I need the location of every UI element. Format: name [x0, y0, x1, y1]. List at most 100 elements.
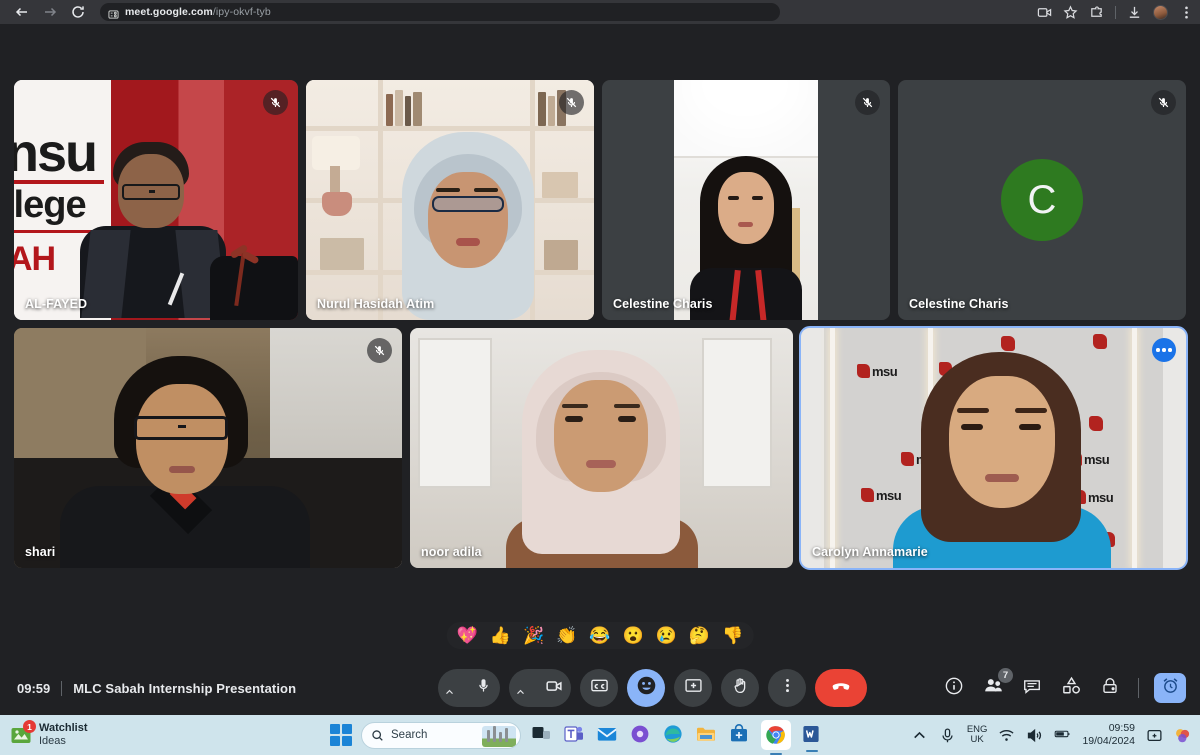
- closed-captions-button[interactable]: [580, 669, 618, 707]
- activities-shapes-icon: [1061, 675, 1082, 701]
- mic-options-chevron[interactable]: [445, 684, 454, 694]
- participant-name: Nurul Hasidah Atim: [317, 297, 435, 311]
- system-tray: ENG UK 09:59 19/04/2024: [911, 722, 1200, 748]
- leave-call-button[interactable]: [815, 669, 867, 707]
- media-cast-icon[interactable]: [1037, 5, 1052, 20]
- search-icon: [372, 729, 383, 741]
- closed-captions-icon: [590, 676, 609, 700]
- participant-tile[interactable]: Nurul Hasidah Atim: [306, 80, 594, 320]
- meeting-title: MLC Sabah Internship Presentation: [73, 680, 297, 696]
- participant-name: noor adila: [421, 545, 482, 559]
- office-app-icon[interactable]: [1174, 727, 1191, 744]
- camera-button[interactable]: [509, 669, 571, 707]
- present-screen-icon: [684, 676, 703, 700]
- file-explorer-app[interactable]: [695, 723, 719, 747]
- microphone-icon[interactable]: [939, 727, 956, 744]
- wifi-icon[interactable]: [998, 727, 1015, 744]
- reaction-thumbs-up[interactable]: 👍: [490, 627, 511, 644]
- reaction-crying-face[interactable]: 😢: [656, 627, 677, 644]
- clock-date: 19/04/2024: [1082, 735, 1135, 747]
- reaction-face-with-tears-of-joy[interactable]: 😂: [589, 627, 610, 644]
- camera-options-chevron[interactable]: [516, 684, 525, 694]
- video-feed: msu msu msu msu msu msu: [801, 328, 1186, 568]
- video-feed: [410, 328, 793, 568]
- tile-more-options-icon[interactable]: [1152, 338, 1176, 362]
- participant-tile[interactable]: C Celestine Charis: [898, 80, 1186, 320]
- microsoft-365-app[interactable]: [629, 723, 653, 747]
- participant-grid: nsu llege AH: [14, 80, 1188, 576]
- microsoft-store-app[interactable]: [728, 723, 752, 747]
- video-feed: [674, 80, 818, 320]
- participant-name: AL-FAYED: [25, 297, 88, 311]
- three-dot-menu-icon[interactable]: [1179, 5, 1194, 20]
- site-settings-icon[interactable]: [108, 7, 119, 19]
- participant-tile[interactable]: nsu llege AH: [14, 80, 298, 320]
- participant-tile[interactable]: noor adila: [410, 328, 793, 568]
- notifications-icon[interactable]: [1146, 727, 1163, 744]
- reaction-face-with-open-mouth[interactable]: 😮: [623, 627, 644, 644]
- taskbar-widget[interactable]: 1 Watchlist Ideas: [0, 720, 330, 747]
- task-view-button[interactable]: [530, 723, 554, 747]
- forward-arrow-icon[interactable]: [42, 4, 58, 20]
- emoji-reactions-button[interactable]: [627, 669, 665, 707]
- microsoft-edge-app[interactable]: [662, 723, 686, 747]
- participant-name: Celestine Charis: [909, 297, 1009, 311]
- reaction-thinking-face[interactable]: 🤔: [689, 627, 710, 644]
- activities-button[interactable]: [1058, 675, 1084, 701]
- participant-name: Celestine Charis: [613, 297, 713, 311]
- reaction-sparkling-heart[interactable]: 💖: [457, 627, 478, 644]
- search-input[interactable]: Search: [361, 721, 521, 749]
- address-bar[interactable]: meet.google.com/ipy-okvf-tyb: [100, 3, 780, 21]
- info-icon: [944, 676, 964, 701]
- reaction-thumbs-down[interactable]: 👎: [722, 627, 743, 644]
- chat-button[interactable]: [1019, 675, 1045, 701]
- profile-avatar-icon[interactable]: [1153, 4, 1168, 20]
- speaker-icon[interactable]: [1026, 727, 1043, 744]
- present-screen-button[interactable]: [674, 669, 712, 707]
- muted-mic-icon: [855, 90, 880, 115]
- avatar: C: [1001, 159, 1083, 241]
- raised-hand-icon: [731, 676, 750, 700]
- alarm-clock-icon: [1161, 676, 1180, 700]
- microphone-icon: [475, 677, 492, 699]
- microphone-button[interactable]: [438, 669, 500, 707]
- download-icon[interactable]: [1127, 5, 1142, 20]
- browser-toolbar: meet.google.com/ipy-okvf-tyb: [0, 0, 1200, 24]
- host-controls-button[interactable]: [1097, 675, 1123, 701]
- url-path: /ipy-okvf-tyb: [212, 6, 271, 18]
- reaction-party-popper[interactable]: 🎉: [523, 627, 544, 644]
- toolbar-divider: [1115, 5, 1116, 19]
- participant-tile[interactable]: shari: [14, 328, 402, 568]
- microsoft-teams-app[interactable]: [563, 723, 587, 747]
- clock-time: 09:59: [1108, 721, 1135, 734]
- watchlist-subtitle: Ideas: [39, 735, 66, 747]
- participant-name: Carolyn Annamarie: [812, 545, 928, 559]
- language-indicator[interactable]: ENG UK: [967, 725, 988, 745]
- microsoft-word-app[interactable]: [800, 723, 824, 747]
- extensions-puzzle-icon[interactable]: [1089, 5, 1104, 20]
- start-button[interactable]: [330, 724, 352, 746]
- raise-hand-button[interactable]: [721, 669, 759, 707]
- more-options-button[interactable]: [768, 669, 806, 707]
- people-button[interactable]: 7: [980, 668, 1013, 701]
- meet-stage: nsu llege AH: [0, 24, 1200, 715]
- search-placeholder: Search: [391, 729, 428, 741]
- battery-icon[interactable]: [1054, 727, 1071, 744]
- language-line2: UK: [970, 734, 984, 745]
- participant-tile[interactable]: Celestine Charis: [602, 80, 890, 320]
- video-feed: [14, 328, 402, 568]
- google-chrome-app[interactable]: [761, 720, 791, 750]
- participant-tile[interactable]: msu msu msu msu msu msu: [799, 326, 1188, 570]
- muted-mic-icon: [367, 338, 392, 363]
- tray-expand-chevron-icon[interactable]: [911, 727, 928, 744]
- grid-row: nsu llege AH: [14, 80, 1186, 320]
- back-arrow-icon[interactable]: [14, 4, 30, 20]
- reaction-clapping-hands[interactable]: 👏: [556, 627, 577, 644]
- meeting-details-button[interactable]: [941, 675, 967, 701]
- timer-button[interactable]: [1154, 673, 1186, 703]
- star-icon[interactable]: [1063, 4, 1078, 20]
- meet-control-bar: 09:59 MLC Sabah Internship Presentation: [0, 661, 1200, 715]
- reload-icon[interactable]: [70, 4, 86, 20]
- taskbar-clock[interactable]: 09:59 19/04/2024: [1082, 722, 1135, 748]
- mail-app[interactable]: [596, 723, 620, 747]
